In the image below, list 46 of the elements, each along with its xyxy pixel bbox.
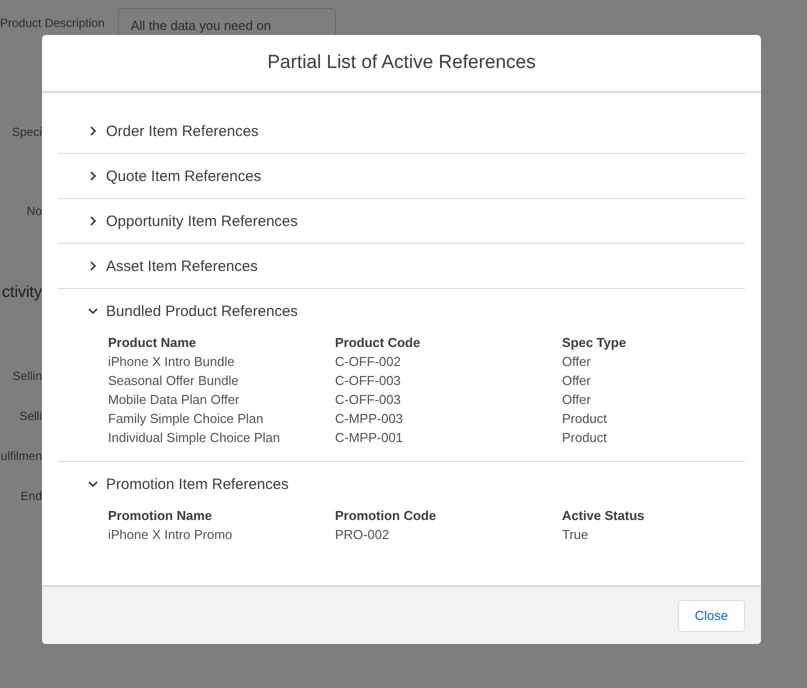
field-label: End [20, 489, 42, 503]
section-toggle[interactable]: Quote Item References [58, 154, 262, 198]
table-cell-text: C-MPP-001 [335, 429, 404, 447]
chevron-icon [88, 479, 98, 489]
column-header: Product Name [108, 334, 198, 352]
section-toggle[interactable]: Asset Item References [58, 244, 258, 288]
table-cell-text: Individual Simple Choice Plan [108, 429, 281, 447]
section-heading: ctivity [2, 284, 42, 302]
table-cell-text: Product [562, 429, 608, 447]
table-cell-text: Mobile Data Plan Offer [108, 391, 240, 409]
field-label: Selli [19, 409, 42, 423]
field-label: Product Description [0, 16, 105, 30]
modal-title: Partial List of Active References [267, 52, 536, 74]
table-cell-text: C-OFF-003 [335, 372, 402, 390]
section-toggle[interactable]: Opportunity Item References [58, 199, 298, 243]
column-header: Product Code [335, 334, 422, 352]
table-cell-text: True [562, 526, 590, 544]
field-label: Speci [12, 125, 42, 139]
section-toggle[interactable]: Promotion Item References [58, 462, 289, 506]
close-button[interactable]: Close [678, 600, 745, 632]
column-header: Promotion Code [335, 507, 438, 525]
table-cell-text: Offer [562, 391, 592, 409]
field-label: No [26, 204, 42, 218]
table-cell-text: C-OFF-003 [335, 391, 402, 409]
column-header: Active Status [562, 507, 646, 525]
table-cell-text: C-OFF-002 [335, 353, 402, 371]
table-cell-text: C-MPP-003 [335, 410, 404, 428]
chevron-icon [88, 171, 98, 181]
table-cell-text: Offer [562, 372, 592, 390]
section-toggle[interactable]: Order Item References [58, 109, 259, 153]
table-cell-text: Family Simple Choice Plan [108, 410, 264, 428]
chevron-icon [88, 126, 98, 136]
chevron-icon [88, 216, 98, 226]
field-label: ulfilmen [0, 449, 42, 463]
chevron-icon [88, 261, 98, 271]
table-cell-text: Product [562, 410, 608, 428]
table-cell-text: Offer [562, 353, 592, 371]
field-label: Sellin [12, 369, 42, 383]
table-cell-text: iPhone X Intro Promo [108, 526, 234, 544]
column-header: Spec Type [562, 334, 628, 352]
table-cell-text: iPhone X Intro Bundle [108, 353, 236, 371]
column-header: Promotion Name [108, 507, 214, 525]
table-cell-text: Seasonal Offer Bundle [108, 372, 240, 390]
table-cell-text: PRO-002 [335, 526, 390, 544]
section-toggle[interactable]: Bundled Product References [58, 289, 298, 333]
chevron-icon [88, 306, 98, 316]
